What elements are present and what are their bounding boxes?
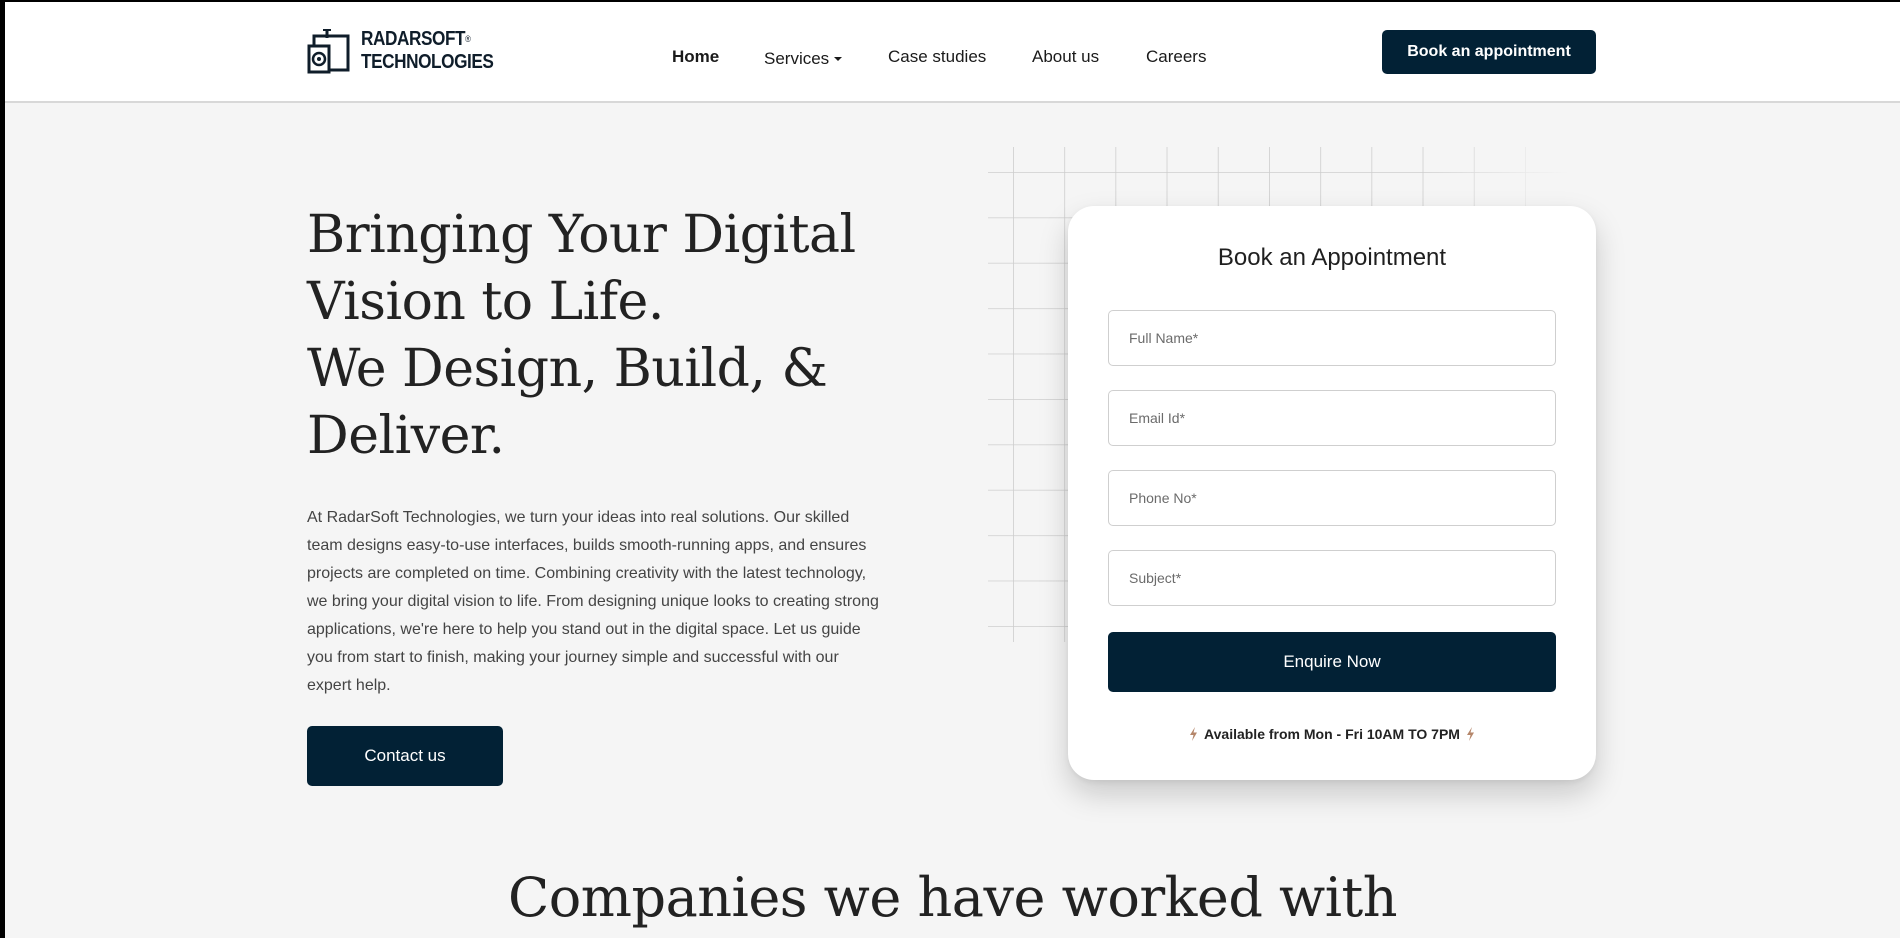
nav-services-label: Services xyxy=(764,49,830,68)
nav-home[interactable]: Home xyxy=(672,47,719,67)
hero-description: At RadarSoft Technologies, we turn your … xyxy=(307,509,879,694)
companies-section-title: Companies we have worked with xyxy=(507,866,1398,929)
brand-line-2: TECHNOLOGIES xyxy=(361,51,494,73)
radar-logo-icon xyxy=(307,29,350,74)
brand-name: RADARSOFT® TECHNOLOGIES xyxy=(361,28,494,74)
registered-mark: ® xyxy=(465,34,471,44)
chevron-down-icon xyxy=(834,57,843,61)
hero-title: Bringing Your Digital Vision to Life. We… xyxy=(307,202,927,470)
book-appointment-button[interactable]: Book an appointment xyxy=(1382,30,1596,74)
email-input[interactable] xyxy=(1108,390,1556,446)
appointment-form-title: Book an Appointment xyxy=(1217,244,1447,271)
availability-note: Available from Mon - Fri 10AM TO 7PM xyxy=(1068,726,1596,742)
nav-careers[interactable]: Careers xyxy=(1146,47,1206,67)
contact-us-button[interactable]: Contact us xyxy=(307,726,503,786)
brand-line-1: RADARSOFT xyxy=(361,28,466,50)
nav-case-studies[interactable]: Case studies xyxy=(888,47,986,67)
enquire-now-button[interactable]: Enquire Now xyxy=(1108,632,1556,692)
hero-title-line: Deliver. xyxy=(307,406,505,466)
appointment-form-card: Book an Appointment Enquire Now Availabl… xyxy=(1068,206,1596,780)
lightning-bolt-icon xyxy=(1190,727,1198,741)
page: RADARSOFT® TECHNOLOGIES Home Services Ca… xyxy=(5,2,1900,938)
lightning-bolt-icon xyxy=(1466,727,1474,741)
site-header: RADARSOFT® TECHNOLOGIES Home Services Ca… xyxy=(5,2,1900,103)
phone-input[interactable] xyxy=(1108,470,1556,526)
nav-about-us[interactable]: About us xyxy=(1032,47,1099,67)
nav-services[interactable]: Services xyxy=(764,49,843,69)
hero-title-line: Bringing Your Digital xyxy=(307,205,856,265)
hero-title-line: We Design, Build, & xyxy=(307,339,828,399)
hero-title-line: Vision to Life. xyxy=(307,272,664,332)
brand-logo[interactable]: RADARSOFT® TECHNOLOGIES xyxy=(307,26,515,76)
full-name-input[interactable] xyxy=(1108,310,1556,366)
availability-text: Available from Mon - Fri 10AM TO 7PM xyxy=(1204,726,1460,742)
subject-input[interactable] xyxy=(1108,550,1556,606)
